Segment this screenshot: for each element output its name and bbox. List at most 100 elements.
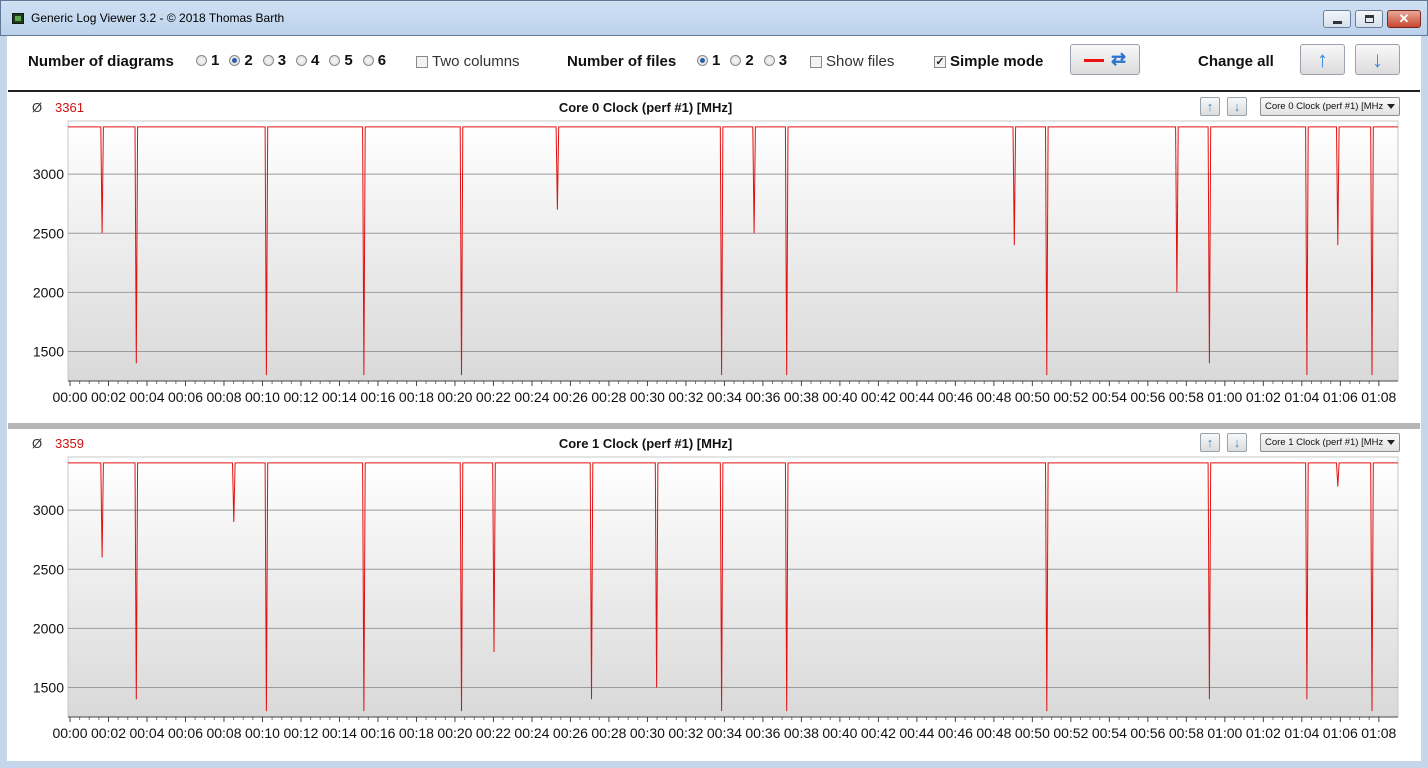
diagrams-radio-1[interactable]: 1	[196, 52, 219, 69]
diagrams-radio-group: 1 2 3 4 5 6	[196, 52, 396, 69]
chart-core1[interactable]: 1500 2000 2500 3000 00:00 00:02 00:04 00:06 00:0…	[8, 429, 1420, 761]
x-tick-label: 00:00	[52, 389, 87, 405]
y-tick-label: 2000	[33, 284, 64, 300]
x-tick-label: 01:08	[1361, 389, 1396, 405]
x-tick-label: 00:58	[1169, 389, 1204, 405]
radio-dot[interactable]	[697, 55, 708, 66]
x-tick-label: 00:12	[283, 725, 318, 741]
x-tick-label: 00:44	[899, 725, 934, 741]
x-tick-label: 00:08	[206, 725, 241, 741]
radio-label: 3	[778, 52, 788, 69]
y-tick-label: 2500	[33, 561, 64, 577]
two-columns-checkbox[interactable]: Two columns	[416, 53, 520, 70]
x-tick-label: 00:26	[553, 389, 588, 405]
radio-label: 1	[211, 52, 220, 69]
move-down-all-button[interactable]: ↓	[1355, 44, 1400, 75]
y-tick-label: 1500	[33, 343, 64, 359]
x-tick-label: 00:48	[976, 725, 1011, 741]
x-tick-label: 00:30	[630, 725, 665, 741]
files-radio-3[interactable]: 3	[763, 52, 788, 69]
minimize-icon	[1333, 21, 1342, 24]
x-tick-label: 00:10	[245, 725, 280, 741]
simple-mode-checkbox[interactable]: ✓ Simple mode	[934, 53, 1043, 70]
x-tick-label: 00:06	[168, 389, 203, 405]
radio-label: 1	[712, 52, 721, 69]
x-tick-label: 01:00	[1207, 725, 1242, 741]
diagram-panel-core1: Ø 3359 Core 1 Clock (perf #1) [MHz] ↑ ↓ …	[8, 429, 1420, 761]
files-radio-group: 1 2 3	[697, 52, 797, 69]
diagrams-radio-5[interactable]: 5	[329, 52, 353, 69]
x-tick-label: 00:46	[938, 389, 973, 405]
y-tick-label: 3000	[33, 502, 64, 518]
radio-dot[interactable]	[296, 55, 308, 66]
diagrams-radio-2[interactable]: 2	[229, 52, 253, 69]
show-files-checkbox[interactable]: Show files	[810, 53, 894, 70]
x-tick-label: 00:24	[514, 389, 549, 405]
radio-label: 5	[344, 52, 353, 69]
x-tick-label: 00:38	[784, 389, 819, 405]
x-tick-label: 00:40	[822, 725, 857, 741]
radio-dot[interactable]	[262, 55, 274, 66]
x-tick-label: 00:38	[784, 725, 819, 741]
x-tick-label: 00:22	[476, 725, 511, 741]
x-tick-label: 01:02	[1246, 389, 1281, 405]
y-tick-label: 2500	[33, 225, 64, 241]
y-tick-label: 2000	[33, 620, 64, 636]
diagrams-radio-3[interactable]: 3	[262, 52, 286, 69]
toolbar-separator	[8, 90, 1420, 92]
move-up-all-button[interactable]: ↑	[1300, 44, 1345, 75]
radio-label: 2	[745, 52, 754, 69]
x-tick-label: 00:28	[591, 389, 626, 405]
diagrams-radio-4[interactable]: 4	[296, 52, 319, 69]
line-style-button[interactable]: ⇄	[1070, 44, 1140, 75]
x-tick-label: 00:40	[822, 389, 857, 405]
x-tick-label: 00:04	[129, 725, 164, 741]
files-radio-1[interactable]: 1	[697, 52, 720, 69]
x-tick-label: 00:00	[52, 725, 87, 741]
x-tick-label: 00:48	[976, 389, 1011, 405]
files-radio-2[interactable]: 2	[730, 52, 754, 69]
x-tick-label: 00:14	[322, 389, 357, 405]
two-columns-check-box[interactable]	[416, 55, 428, 68]
toolbar: Number of diagrams 1 2 3 4 5 6 Two columns Nu…	[8, 36, 1420, 90]
x-tick-label: 00:28	[591, 725, 626, 741]
simple-mode-check-box[interactable]: ✓	[934, 55, 946, 68]
x-tick-label: 00:50	[1015, 725, 1050, 741]
arrow-up-icon: ↑	[1317, 47, 1328, 72]
x-tick-label: 01:02	[1246, 725, 1281, 741]
show-files-check-box[interactable]	[810, 55, 822, 68]
radio-dot[interactable]	[730, 55, 742, 66]
x-tick-label: 00:02	[91, 389, 126, 405]
chart-core0[interactable]: 1500 2000 2500 3000 00:00 00:02 00:04 00:06 00:0…	[8, 93, 1420, 423]
radio-label: 6	[377, 52, 387, 69]
maximize-button[interactable]	[1355, 10, 1383, 28]
x-tick-label: 00:16	[360, 389, 395, 405]
radio-dot[interactable]	[763, 55, 775, 66]
x-tick-label: 00:36	[745, 725, 780, 741]
diagrams-radio-6[interactable]: 6	[362, 52, 387, 69]
app-icon	[12, 13, 24, 24]
x-tick-label: 00:52	[1053, 725, 1088, 741]
diagrams-label: Number of diagrams	[28, 53, 174, 70]
x-tick-label: 00:56	[1130, 389, 1165, 405]
x-tick-label: 00:42	[861, 725, 896, 741]
x-tick-label: 01:08	[1361, 725, 1396, 741]
x-tick-label: 00:14	[322, 725, 357, 741]
radio-dot[interactable]	[229, 55, 241, 66]
close-button[interactable]: ✕	[1387, 10, 1421, 28]
radio-dot[interactable]	[196, 55, 207, 66]
x-tick-label: 00:10	[245, 389, 280, 405]
radio-label: 4	[311, 52, 320, 69]
radio-dot[interactable]	[329, 55, 341, 66]
x-tick-label: 00:44	[899, 389, 934, 405]
x-tick-label: 00:30	[630, 389, 665, 405]
maximize-icon	[1365, 15, 1374, 23]
window-title: Generic Log Viewer 3.2 - © 2018 Thomas B…	[31, 11, 285, 25]
radio-dot[interactable]	[362, 55, 374, 66]
x-tick-label: 01:04	[1284, 389, 1319, 405]
x-tick-label: 00:08	[206, 389, 241, 405]
x-tick-label: 00:58	[1169, 725, 1204, 741]
x-tick-label: 00:16	[360, 725, 395, 741]
x-tick-label: 00:18	[399, 725, 434, 741]
minimize-button[interactable]	[1323, 10, 1351, 28]
